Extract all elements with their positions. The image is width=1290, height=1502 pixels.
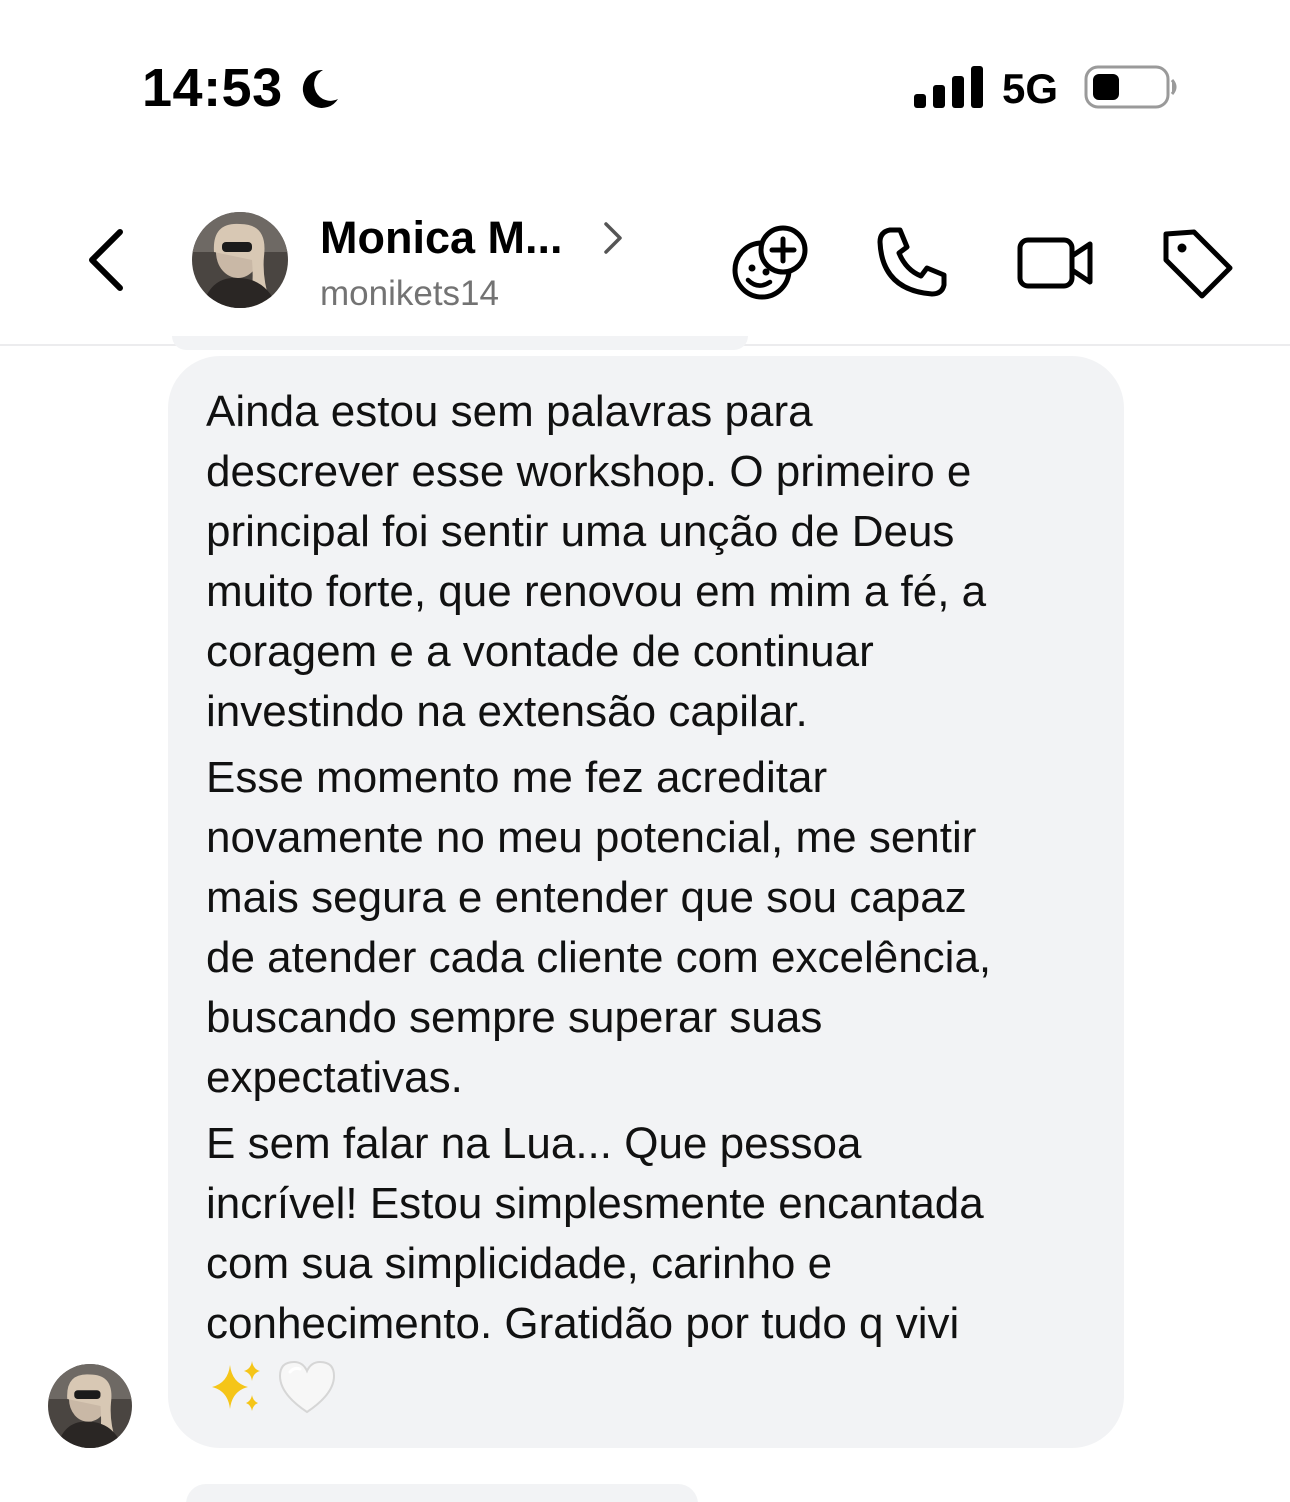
chat-screen: 14:53 5G Monica M... monikets14 Ainda es… (0, 0, 1290, 1502)
battery-icon (1084, 65, 1177, 109)
message-paragraph: E sem falar na Lua... Que pessoa incríve… (206, 1119, 984, 1348)
phone-icon (877, 227, 947, 297)
tag-button[interactable] (1154, 220, 1238, 304)
avatar-photo (192, 212, 288, 308)
video-camera-icon (1017, 237, 1093, 289)
message-bubble[interactable]: Ainda estou sem palavras para descrever … (168, 356, 1124, 1448)
avatar-photo (48, 1364, 132, 1448)
tag-icon (1163, 229, 1233, 299)
status-time: 14:53 (142, 58, 283, 118)
message-paragraph: Ainda estou sem palavras para descrever … (206, 387, 987, 736)
message-paragraph: Esse momento me fez acreditar novamente … (206, 753, 992, 1102)
sparkles-icon (212, 1361, 260, 1411)
previous-message-edge (172, 336, 748, 350)
sticker-add-icon (732, 225, 808, 300)
moon-icon (302, 69, 338, 108)
call-button[interactable] (870, 220, 954, 304)
next-message-edge (186, 1484, 698, 1502)
back-icon[interactable] (80, 224, 136, 296)
avatar[interactable] (192, 212, 288, 308)
video-call-button[interactable] (1014, 220, 1098, 304)
sticker-add-button[interactable] (728, 220, 812, 304)
network-label: 5G (1002, 65, 1059, 112)
sender-avatar[interactable] (48, 1364, 132, 1448)
white-heart-icon (278, 1360, 336, 1414)
emoji-row (206, 1356, 1094, 1418)
signal-icon (914, 66, 983, 108)
chat-header: Monica M... monikets14 (0, 180, 1290, 346)
contact-username: monikets14 (320, 274, 499, 313)
chevron-right-icon[interactable] (600, 218, 626, 258)
contact-name[interactable]: Monica M... (320, 210, 563, 266)
